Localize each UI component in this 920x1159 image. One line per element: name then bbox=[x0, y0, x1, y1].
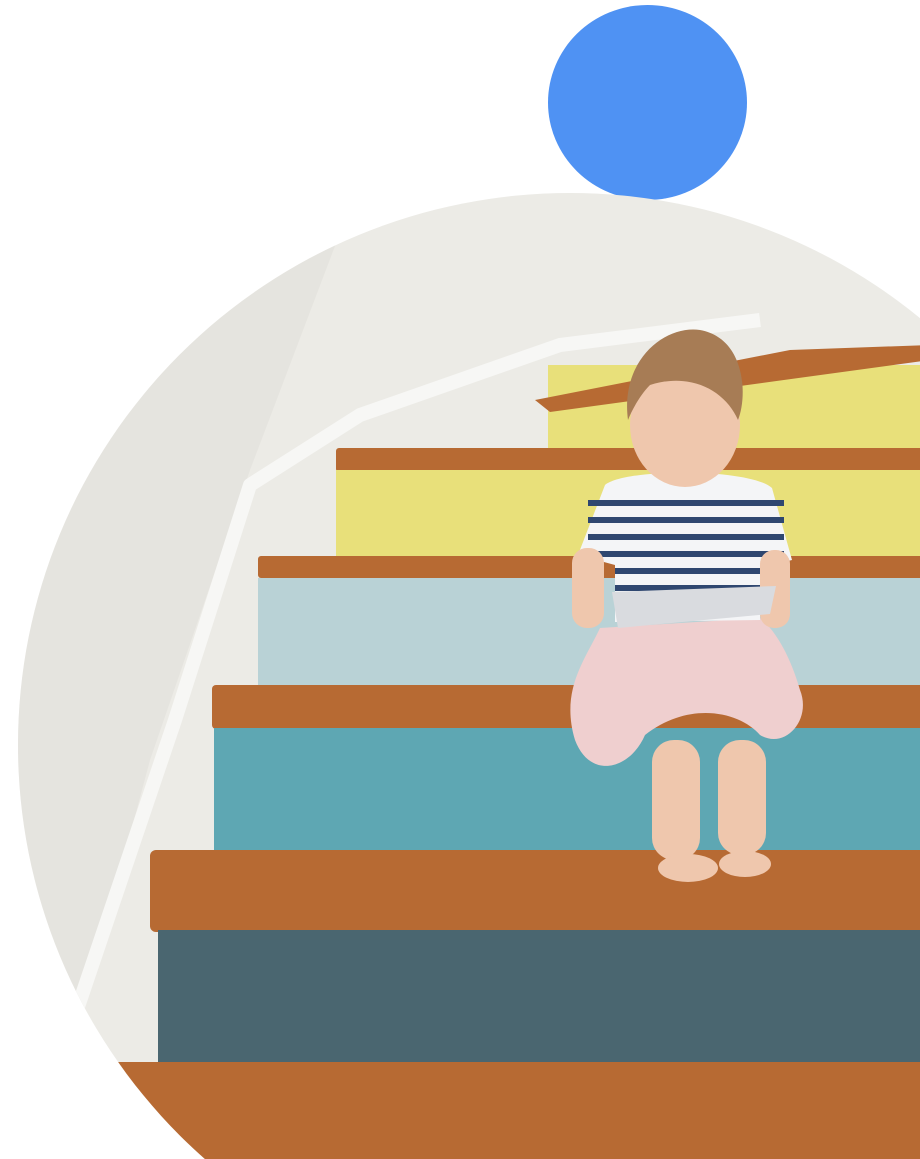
right-leg bbox=[718, 740, 766, 855]
riser-slate bbox=[158, 930, 920, 1066]
tread-3 bbox=[212, 685, 920, 729]
shirt-stripe bbox=[588, 500, 784, 506]
shirt-stripe bbox=[588, 534, 784, 540]
photo-content bbox=[18, 193, 920, 1159]
tread-4 bbox=[150, 850, 920, 932]
left-leg bbox=[652, 740, 700, 860]
left-foot bbox=[658, 854, 718, 882]
tread-5 bbox=[110, 1062, 920, 1159]
tread-1 bbox=[336, 448, 920, 472]
page-canvas bbox=[0, 0, 920, 1159]
left-arm bbox=[572, 548, 604, 628]
hero-photo bbox=[18, 193, 920, 1159]
riser-teal bbox=[214, 728, 920, 852]
shirt-stripe bbox=[588, 551, 784, 557]
shirt-stripe bbox=[615, 568, 760, 574]
right-foot bbox=[719, 851, 771, 877]
shirt-stripe bbox=[588, 517, 784, 523]
